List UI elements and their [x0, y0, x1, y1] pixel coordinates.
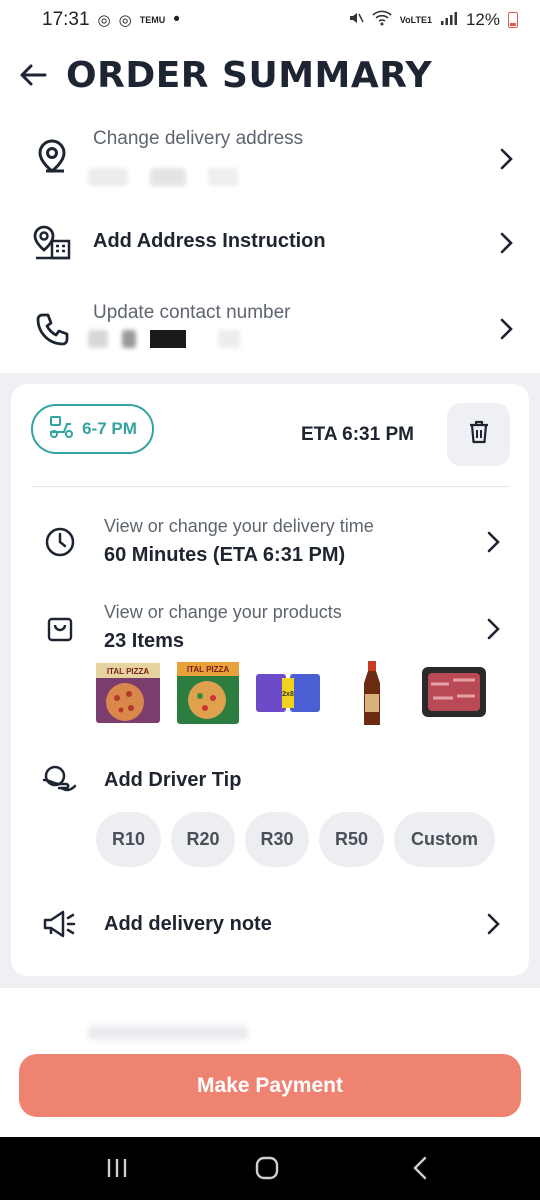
- status-time: 17:31: [42, 9, 90, 30]
- thumb-text: 2x8: [282, 691, 294, 698]
- chevron-right-icon: [483, 531, 505, 553]
- product-thumbnail-pizza[interactable]: ITAL PIZZA: [95, 660, 161, 731]
- whatsapp-icon: ◎: [97, 12, 111, 29]
- change-address-row[interactable]: Change delivery address: [0, 118, 540, 204]
- megaphone-icon: [42, 906, 78, 942]
- status-bar: 17:31 ◎ ◎ TEMU • VoLTE1 12%: [0, 0, 540, 40]
- battery-icon: [508, 12, 518, 28]
- map-building-icon: [32, 223, 72, 263]
- update-contact-label: Update contact number: [93, 302, 291, 323]
- tip-option-r30[interactable]: R30: [245, 812, 309, 867]
- shopping-bag-icon: [42, 610, 78, 646]
- tip-options: R10 R20 R30 R50 Custom: [96, 812, 495, 867]
- delivery-note-label: Add delivery note: [104, 913, 272, 935]
- tip-option-custom[interactable]: Custom: [394, 812, 495, 867]
- temu-notification-icon: TEMU: [139, 14, 166, 25]
- chevron-right-icon: [496, 232, 518, 254]
- product-thumbnail-meat[interactable]: [421, 666, 487, 723]
- chevron-right-icon: [483, 913, 505, 935]
- chevron-right-icon: [496, 318, 518, 340]
- back-nav-icon[interactable]: [405, 1153, 435, 1183]
- system-nav-bar: [0, 1137, 540, 1200]
- products-row[interactable]: View or change your products 23 Items: [11, 592, 529, 656]
- faded-row-text: [88, 1026, 248, 1040]
- delivery-card: 6-7 PM ETA 6:31 PM View or change your d…: [11, 384, 529, 976]
- driver-tip-row: Add Driver Tip: [11, 760, 529, 800]
- product-thumbnails[interactable]: ITAL PIZZA ITAL PIZZA 2x8: [95, 660, 487, 733]
- address-instruction-label: Add Address Instruction: [93, 230, 326, 252]
- product-thumbnail-pizza-2[interactable]: ITAL PIZZA: [175, 660, 241, 731]
- delete-button[interactable]: [447, 403, 510, 466]
- delivery-time-value: 60 Minutes (ETA 6:31 PM): [104, 544, 346, 566]
- delivery-time-row[interactable]: View or change your delivery time 60 Min…: [11, 504, 529, 576]
- delivery-slot-pill[interactable]: 6-7 PM: [31, 404, 154, 454]
- battery-percent: 12%: [465, 10, 500, 29]
- products-label: View or change your products: [104, 602, 342, 622]
- recent-apps-icon[interactable]: [102, 1153, 132, 1183]
- delivery-note-row[interactable]: Add delivery note: [11, 900, 529, 948]
- dot-icon: •: [173, 9, 180, 30]
- address-instruction-row[interactable]: Add Address Instruction: [0, 210, 540, 276]
- app-header: ORDER SUMMARY: [0, 40, 540, 110]
- tip-option-r10[interactable]: R10: [96, 812, 161, 867]
- tip-option-r50[interactable]: R50: [319, 812, 384, 867]
- tip-hand-icon: [41, 762, 77, 798]
- contact-redacted: [88, 330, 240, 348]
- eta-label: ETA 6:31 PM: [301, 424, 414, 445]
- trash-icon: [468, 420, 490, 449]
- whatsapp-icon-2: ◎: [118, 12, 132, 29]
- make-payment-button[interactable]: Make Payment: [19, 1054, 521, 1117]
- chevron-right-icon: [496, 148, 518, 170]
- tip-option-r20[interactable]: R20: [171, 812, 235, 867]
- update-contact-row[interactable]: Update contact number: [0, 290, 540, 368]
- chevron-right-icon: [483, 618, 505, 640]
- mute-icon: [348, 10, 364, 31]
- product-thumbnail-pads[interactable]: 2x8: [255, 670, 321, 721]
- thumb-text: ITAL PIZZA: [187, 665, 230, 674]
- page-title: ORDER SUMMARY: [66, 54, 433, 96]
- divider: [31, 486, 509, 487]
- wifi-icon: [372, 10, 392, 31]
- scooter-icon: [48, 414, 76, 445]
- product-thumbnail-sauce[interactable]: [357, 660, 387, 733]
- products-count: 23 Items: [104, 630, 185, 652]
- location-pin-icon: [32, 136, 72, 176]
- change-address-label: Change delivery address: [93, 128, 304, 149]
- phone-icon: [32, 310, 72, 350]
- delivery-slot-label: 6-7 PM: [82, 419, 137, 438]
- signal-icon: [440, 10, 458, 30]
- clock-icon: [42, 524, 78, 560]
- home-icon[interactable]: [252, 1153, 282, 1183]
- delivery-time-label: View or change your delivery time: [104, 516, 374, 536]
- volte-label: VoLTE1: [399, 14, 432, 25]
- driver-tip-label: Add Driver Tip: [104, 769, 242, 791]
- address-redacted: [88, 168, 238, 186]
- thumb-text: ITAL PIZZA: [107, 667, 150, 676]
- back-arrow-icon[interactable]: [18, 60, 48, 90]
